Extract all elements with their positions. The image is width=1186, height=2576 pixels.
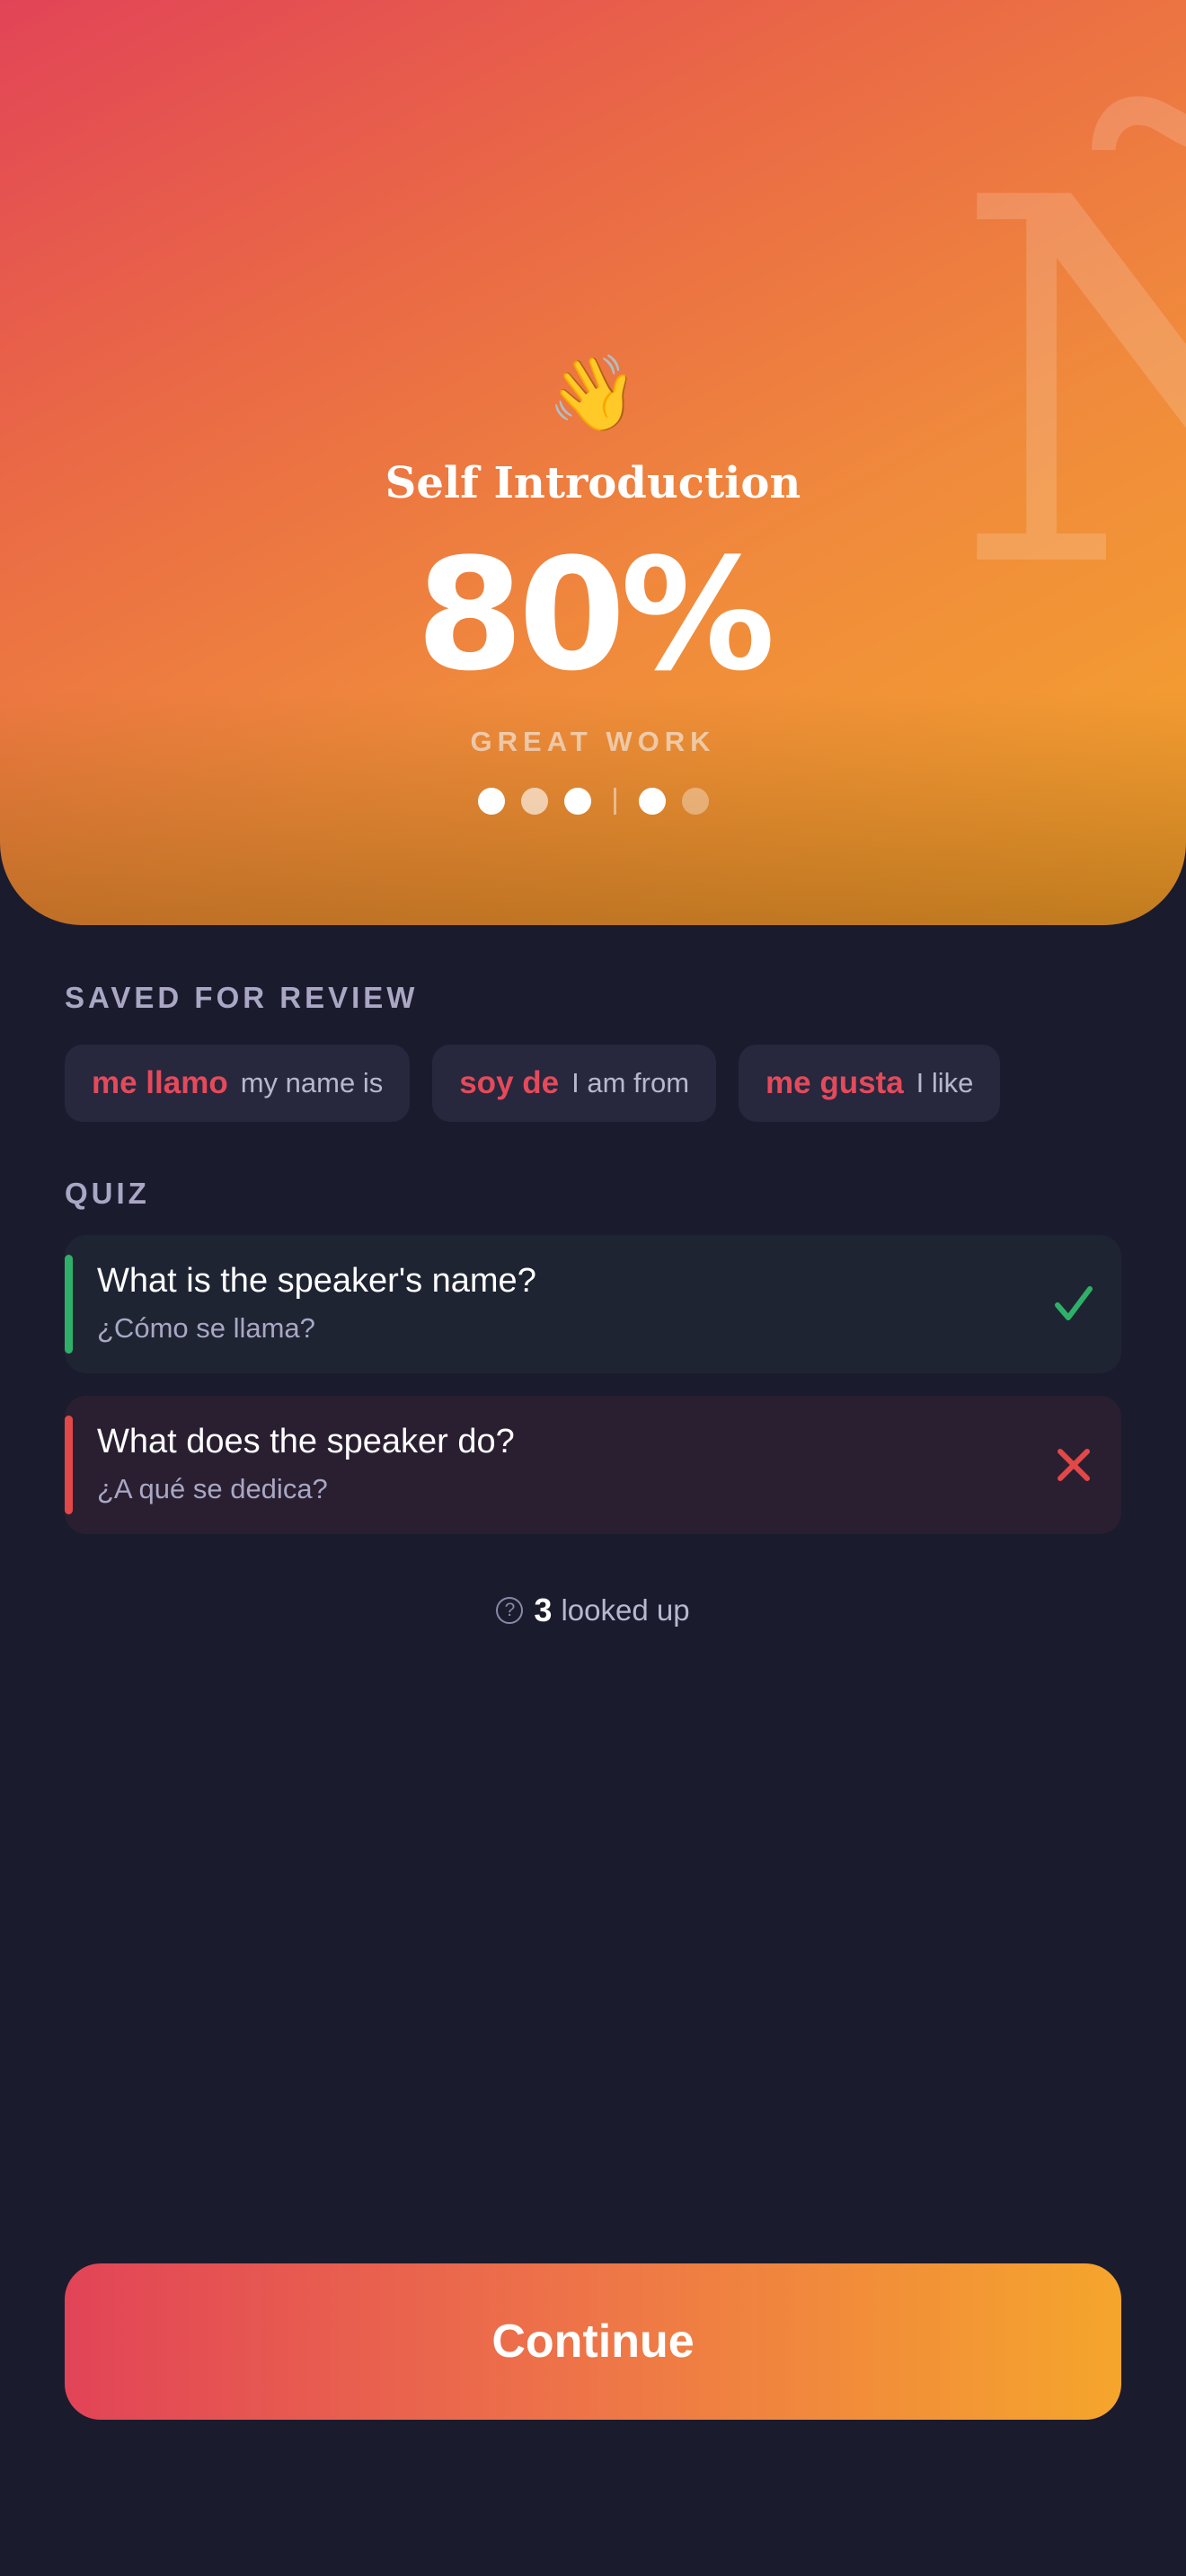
saved-for-review-label: SAVED FOR REVIEW <box>65 981 419 1014</box>
incorrect-indicator-bar <box>65 1416 73 1514</box>
results-hero: Ñ 👋 Self Introduction 80% GREAT WORK <box>0 0 1186 925</box>
progress-separator <box>613 788 616 815</box>
continue-button[interactable]: Continue <box>65 2263 1121 2420</box>
lookup-label: looked up <box>561 1593 690 1627</box>
score-percentage: 80% <box>416 525 775 705</box>
progress-dot <box>681 788 709 815</box>
lookup-count: 3 <box>534 1592 553 1628</box>
correct-indicator-bar <box>65 1255 73 1354</box>
progress-dot <box>477 788 505 815</box>
chip-english: my name is <box>240 1067 384 1098</box>
quiz-question-card[interactable]: What does the speaker do? ¿A qué se dedi… <box>65 1396 1121 1534</box>
progress-dots <box>0 788 1186 815</box>
lookup-summary: ? 3 looked up <box>0 1592 1186 1629</box>
quiz-translation: ¿A qué se dedica? <box>97 1473 328 1504</box>
progress-dot <box>520 788 548 815</box>
checkmark-icon <box>1055 1286 1093 1320</box>
quiz-question: What does the speaker do? <box>97 1423 515 1460</box>
saved-phrase-chip[interactable]: soy de I am from <box>432 1045 717 1122</box>
chip-spanish: soy de <box>459 1065 560 1100</box>
quiz-question-card[interactable]: What is the speaker's name? ¿Cómo se lla… <box>65 1235 1121 1373</box>
praise-text: GREAT WORK <box>470 726 716 757</box>
saved-phrases: me llamo my name is soy de I am from me … <box>65 1045 1022 1122</box>
question-circle-icon: ? <box>496 1597 524 1624</box>
progress-dot <box>638 788 666 815</box>
cross-icon <box>1058 1449 1090 1481</box>
chip-english: I am from <box>571 1067 690 1098</box>
chip-english: I like <box>916 1067 974 1098</box>
progress-dot <box>563 788 591 815</box>
lesson-title: Self Introduction <box>385 458 801 508</box>
chip-spanish: me llamo <box>92 1065 228 1100</box>
quiz-label: QUIZ <box>65 1177 150 1210</box>
saved-phrase-chip[interactable]: me gusta I like <box>739 1045 1001 1122</box>
saved-phrase-chip[interactable]: me llamo my name is <box>65 1045 411 1122</box>
quiz-translation: ¿Cómo se llama? <box>97 1312 315 1344</box>
chip-spanish: me gusta <box>766 1065 904 1100</box>
quiz-question: What is the speaker's name? <box>97 1262 536 1300</box>
waving-hand-emoji: 👋 <box>546 351 640 437</box>
